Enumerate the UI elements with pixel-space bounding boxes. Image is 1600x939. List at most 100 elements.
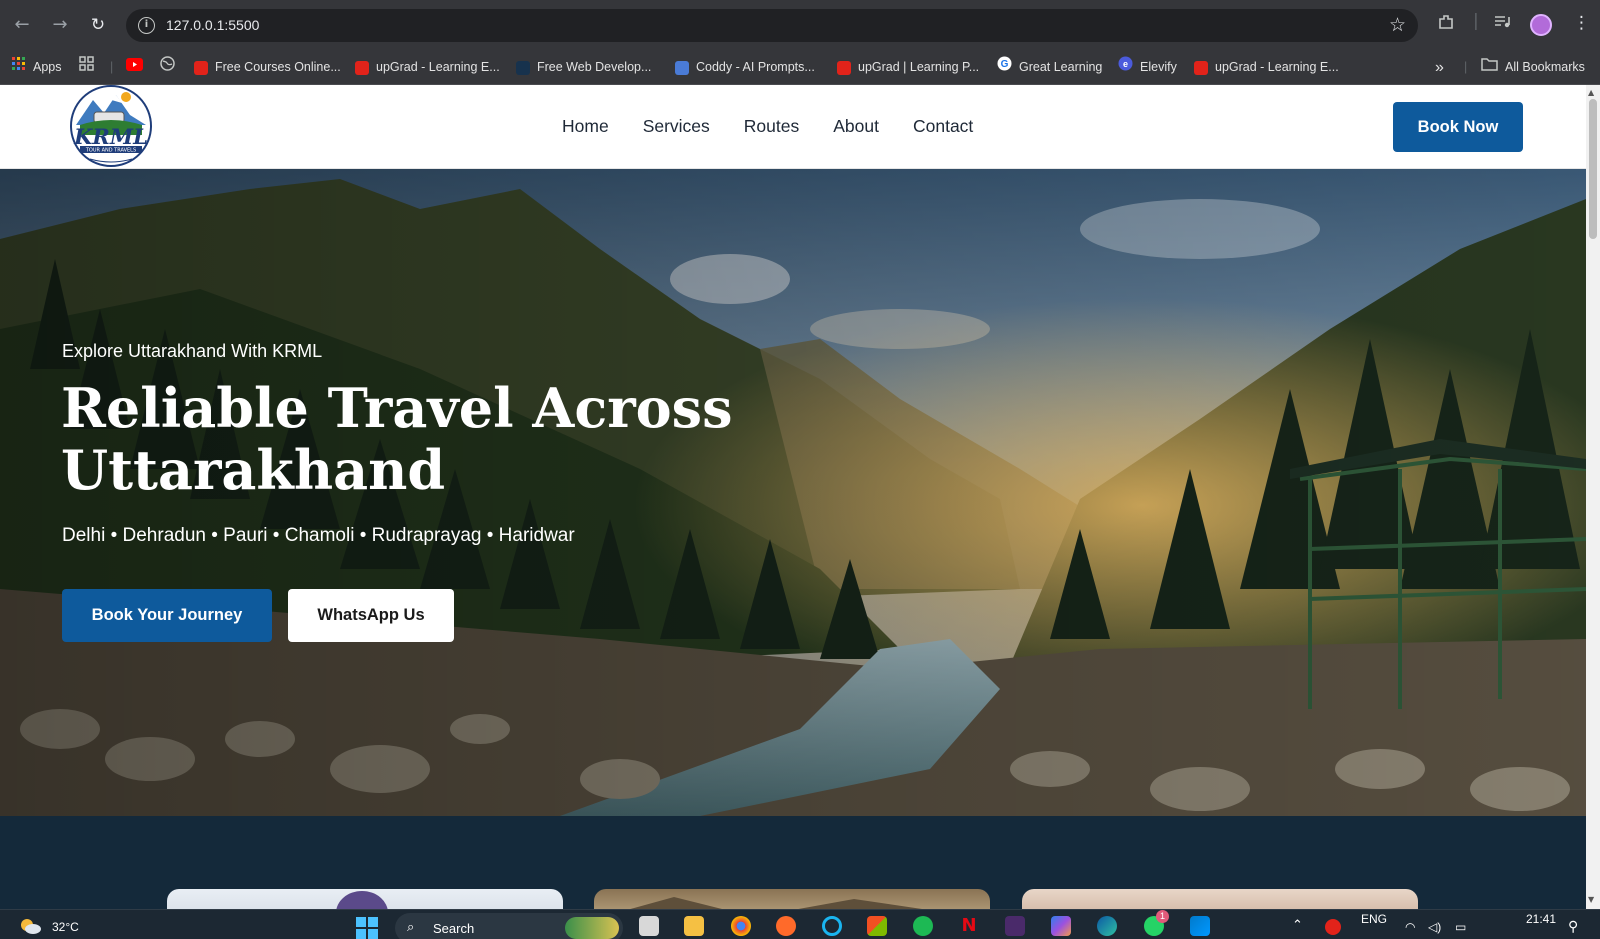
krml-logo[interactable]: KRML TOUR AND TRAVELS <box>68 85 154 169</box>
spotify-icon[interactable] <box>913 916 933 936</box>
chrome-icon[interactable] <box>731 916 751 936</box>
crunchyroll-icon[interactable] <box>776 916 796 936</box>
book-journey-button[interactable]: Book Your Journey <box>62 589 272 642</box>
whatsapp-notification-badge: 1 <box>1156 910 1169 923</box>
whatsapp-button[interactable]: WhatsApp Us <box>288 589 454 642</box>
upgrad-icon <box>355 60 369 75</box>
card-image-2 <box>630 897 922 909</box>
bookmark-youtube[interactable] <box>126 50 143 85</box>
file-explorer-icon[interactable] <box>684 916 704 936</box>
bookmark-upgrad-3[interactable]: upGrad - Learning E... <box>1194 50 1339 85</box>
profile-avatar[interactable] <box>1530 14 1552 36</box>
service-card-1[interactable] <box>167 889 563 909</box>
scroll-down-icon[interactable]: ▼ <box>1588 895 1594 904</box>
bookmark-upgrad-2[interactable]: upGrad | Learning P... <box>837 50 979 85</box>
nav-contact[interactable]: Contact <box>913 116 973 137</box>
netflix-icon[interactable]: N <box>959 916 979 936</box>
clock-time[interactable]: 21:41 <box>1526 912 1556 926</box>
scroll-thumb[interactable] <box>1589 99 1597 239</box>
bookmark-free-web-dev[interactable]: Free Web Develop... <box>516 50 651 85</box>
tray-overflow-icon[interactable]: ⌃ <box>1292 917 1303 933</box>
search-icon: ⌕ <box>407 920 415 935</box>
tab-groups-icon <box>79 50 94 85</box>
scroll-up-icon[interactable]: ▲ <box>1588 88 1594 97</box>
notifications-icon[interactable]: ⚲ <box>1568 918 1578 935</box>
svg-text:e: e <box>1123 59 1128 69</box>
nav-home[interactable]: Home <box>562 116 609 137</box>
bookmark-divider: | <box>1464 60 1468 74</box>
service-card-2[interactable] <box>594 889 990 909</box>
toolbar-divider: | <box>1473 11 1479 31</box>
hero-title-line-2: Uttarakhand <box>61 438 446 502</box>
bookmark-upgrad-1[interactable]: upGrad - Learning E... <box>355 50 500 85</box>
page-scrollbar[interactable]: ▲ ▼ <box>1586 85 1600 909</box>
bookmarks-bar: Apps | Free Courses Online... upGrad - L… <box>0 50 1600 85</box>
battery-icon[interactable]: ▭ <box>1455 920 1466 934</box>
bookmark-coddy[interactable]: Coddy - AI Prompts... <box>675 50 815 85</box>
great-learning-icon: G <box>997 50 1012 85</box>
bookmark-great-learning[interactable]: G Great Learning <box>997 50 1102 85</box>
bookmark-label: Great Learning <box>1019 60 1103 74</box>
bookmark-tab-groups[interactable] <box>79 50 94 85</box>
microsoft-store-icon[interactable] <box>867 916 887 936</box>
reload-icon[interactable]: ↻ <box>86 13 110 37</box>
bookmark-label: Free Courses Online... <box>215 60 341 74</box>
taskbar-search[interactable]: ⌕ Search <box>395 913 623 939</box>
wifi-icon[interactable]: ◠ <box>1405 920 1415 934</box>
forward-icon[interactable]: → <box>48 13 72 37</box>
coddy-icon <box>675 60 689 75</box>
bookmark-apps[interactable]: Apps <box>12 50 62 85</box>
browser-toolbar: ← → ↻ i 127.0.0.1:5500 ☆ | ⋮ <box>0 0 1600 50</box>
bookmark-label: Free Web Develop... <box>537 60 652 74</box>
weather-temperature[interactable]: 32°C <box>52 920 79 934</box>
task-view-icon[interactable] <box>639 916 659 936</box>
windows-taskbar: 32°C ⌕ Search N 1 ⌃ ENG ◠ ◁) ▭ 21:41 ⚲ <box>0 909 1600 939</box>
media-control-icon[interactable] <box>1493 13 1511 36</box>
hero-title: Reliable Travel Across Uttarakhand <box>61 377 761 501</box>
whatsapp-icon[interactable]: 1 <box>1144 910 1169 936</box>
nav-routes[interactable]: Routes <box>744 116 799 137</box>
volume-icon[interactable]: ◁) <box>1428 920 1441 934</box>
search-label: Search <box>433 921 475 936</box>
card-image-1 <box>336 891 388 909</box>
copilot-icon[interactable] <box>1051 916 1071 936</box>
elevify-icon: e <box>1118 50 1133 85</box>
bookmarks-overflow-button[interactable]: » <box>1435 50 1444 85</box>
all-bookmarks-button[interactable]: All Bookmarks <box>1481 50 1585 85</box>
cortana-icon[interactable] <box>822 916 842 936</box>
logo-brand-text: KRML <box>73 124 148 149</box>
nav-about[interactable]: About <box>833 116 879 137</box>
bookmark-label: Elevify <box>1140 60 1177 74</box>
bookmark-globe[interactable] <box>160 50 175 85</box>
site-info-icon[interactable]: i <box>138 17 155 34</box>
globe-icon <box>160 50 175 85</box>
apps-grid-icon <box>12 50 26 85</box>
book-now-button[interactable]: Book Now <box>1393 102 1523 152</box>
bookmark-label: upGrad | Learning P... <box>858 60 980 74</box>
bookmark-elevify[interactable]: e Elevify <box>1118 50 1177 85</box>
tray-app-icon[interactable] <box>1325 919 1341 935</box>
edge-icon[interactable] <box>1097 916 1117 936</box>
folder-icon <box>1481 50 1498 85</box>
weather-icon[interactable] <box>18 917 42 939</box>
language-indicator[interactable]: ENG <box>1361 912 1387 926</box>
service-card-3[interactable] <box>1022 889 1418 909</box>
upgrad-icon <box>194 60 208 75</box>
svg-text:G: G <box>1001 59 1009 70</box>
extensions-icon[interactable] <box>1437 13 1455 36</box>
logo-subtitle-text: TOUR AND TRAVELS <box>85 148 136 154</box>
hianime-icon[interactable] <box>1005 916 1025 936</box>
nav-services[interactable]: Services <box>643 116 710 137</box>
bookmark-free-courses[interactable]: Free Courses Online... <box>194 50 341 85</box>
bookmark-star-icon[interactable]: ☆ <box>1389 14 1406 36</box>
bookmark-label: Apps <box>33 60 62 74</box>
vscode-icon[interactable] <box>1190 916 1210 936</box>
back-icon[interactable]: ← <box>10 13 34 37</box>
main-nav: Home Services Routes About Contact <box>562 116 973 137</box>
url-text[interactable]: 127.0.0.1:5500 <box>166 17 259 33</box>
more-menu-icon[interactable]: ⋮ <box>1573 13 1590 33</box>
bookmark-divider: | <box>110 60 114 74</box>
address-bar[interactable]: i 127.0.0.1:5500 ☆ <box>126 9 1418 42</box>
upgrad-icon <box>837 60 851 75</box>
windows-start-icon[interactable] <box>355 916 379 939</box>
